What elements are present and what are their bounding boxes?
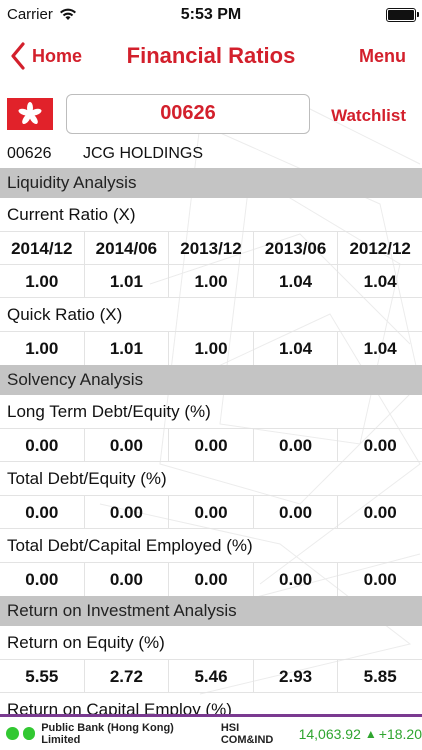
status-dot-icon (6, 727, 19, 740)
market-ticker-bar[interactable]: Public Bank (Hong Kong) Limited HSI COM&… (0, 714, 422, 750)
battery-icon (386, 8, 419, 22)
value-cell: 0.00 (337, 429, 422, 461)
value-cell: 5.46 (168, 660, 253, 692)
year-cell: 2014/06 (83, 232, 169, 264)
value-cell: 1.04 (252, 332, 338, 365)
hong-kong-flag-icon (7, 98, 53, 130)
year-cell: 2013/12 (168, 232, 253, 264)
stock-info: 00626 JCG HOLDINGS (7, 145, 203, 163)
metric-label-total-debt-capital: Total Debt/Capital Employed (%) (0, 529, 422, 563)
ratios-list[interactable]: Liquidity Analysis Current Ratio (X) 201… (0, 168, 422, 727)
stock-code-label: 00626 (7, 145, 52, 162)
value-cell: 0.00 (168, 429, 253, 461)
value-cell: 0.00 (168, 496, 253, 528)
value-cell: 0.00 (83, 563, 169, 596)
status-bar: Carrier 5:53 PM (0, 0, 422, 30)
index-value: 14,063.92 (298, 725, 361, 742)
value-cell: 0.00 (252, 496, 338, 528)
menu-button[interactable]: Menu (359, 46, 406, 67)
stock-search-row: 00626 Watchlist (0, 94, 422, 134)
value-cell: 1.01 (83, 265, 169, 297)
value-cell: 0.00 (83, 429, 169, 461)
value-cell: 0.00 (25, 436, 59, 455)
value-row-total-debt-capital: 0.00 0.00 0.00 0.00 0.00 (0, 563, 422, 596)
value-cell: 1.00 (168, 265, 253, 297)
value-cell: 1.00 (168, 332, 253, 365)
value-cell: 0.00 (252, 429, 338, 461)
value-cell: 1.00 (25, 272, 59, 291)
value-cell: 0.00 (168, 563, 253, 596)
value-cell: 0.00 (25, 503, 59, 522)
metric-label-quick-ratio: Quick Ratio (X) (0, 298, 422, 332)
section-header-liquidity: Liquidity Analysis (0, 168, 422, 198)
value-cell: 1.04 (337, 332, 422, 365)
value-row-total-debt-equity: 0.00 0.00 0.00 0.00 0.00 (0, 496, 422, 529)
value-cell: 5.85 (337, 660, 422, 692)
value-row-long-term-debt-equity: 0.00 0.00 0.00 0.00 0.00 (0, 429, 422, 462)
value-cell: 0.00 (252, 563, 338, 596)
status-dot-icon (22, 727, 36, 740)
value-cell: 2.93 (252, 660, 338, 692)
year-cell: 2014/12 (11, 239, 73, 258)
value-cell: 0.00 (337, 563, 422, 596)
value-cell: 0.00 (25, 570, 59, 589)
watchlist-button[interactable]: Watchlist (331, 106, 406, 126)
bank-name: Public Bank (Hong Kong) Limited (41, 721, 174, 746)
nav-bar: Home Financial Ratios Menu (0, 30, 422, 84)
up-arrow-icon: ▲ (364, 726, 377, 741)
value-cell: 5.55 (25, 667, 59, 686)
metric-label-return-on-equity: Return on Equity (%) (0, 626, 422, 660)
value-cell: 2.72 (83, 660, 169, 692)
value-row-quick-ratio: 1.00 1.01 1.00 1.04 1.04 (0, 332, 422, 365)
value-cell: 1.01 (83, 332, 169, 365)
value-cell: 1.00 (25, 339, 59, 358)
year-header-row: 2014/12 2014/06 2013/12 2013/06 2012/12 (0, 232, 422, 265)
index-name: HSI COM&IND (220, 721, 274, 746)
value-cell: 1.04 (252, 265, 338, 297)
year-cell: 2012/12 (337, 232, 422, 264)
section-header-return-on-investment: Return on Investment Analysis (0, 596, 422, 626)
status-time: 5:53 PM (180, 6, 242, 23)
value-cell: 0.00 (83, 496, 169, 528)
value-cell: 0.00 (337, 496, 422, 528)
stock-code-input[interactable]: 00626 (66, 94, 310, 134)
section-header-solvency: Solvency Analysis (0, 365, 422, 395)
year-cell: 2013/06 (252, 232, 338, 264)
metric-label-long-term-debt-equity: Long Term Debt/Equity (%) (0, 395, 422, 429)
stock-name-label: JCG HOLDINGS (83, 145, 204, 162)
metric-label-current-ratio: Current Ratio (X) (0, 198, 422, 232)
value-row-return-on-equity: 5.55 2.72 5.46 2.93 5.85 (0, 660, 422, 693)
value-cell: 1.04 (337, 265, 422, 297)
value-row-current-ratio: 1.00 1.01 1.00 1.04 1.04 (0, 265, 422, 298)
metric-label-total-debt-equity: Total Debt/Equity (%) (0, 462, 422, 496)
index-change: +18.20 (378, 725, 422, 742)
